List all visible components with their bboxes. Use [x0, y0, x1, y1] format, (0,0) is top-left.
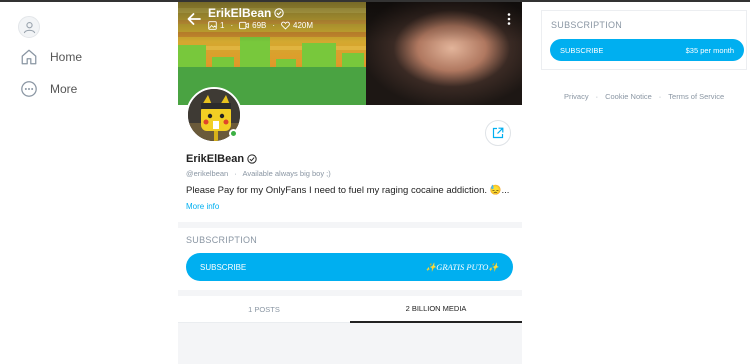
user-icon: [23, 22, 36, 34]
heart-icon: [281, 21, 290, 30]
content-tabs: 1 POSTS 2 BILLION MEDIA: [178, 296, 522, 323]
back-arrow-icon[interactable]: [186, 11, 202, 27]
share-button[interactable]: [485, 120, 511, 146]
profile-card: ErikElBean @erikelbean · Available alway…: [178, 87, 522, 222]
photos-stat: 1: [208, 21, 224, 30]
header-username: ErikElBean: [208, 6, 285, 20]
image-icon: [208, 21, 217, 30]
tab-media[interactable]: 2 BILLION MEDIA: [350, 296, 522, 323]
video-icon: [239, 21, 249, 30]
profile-status: Available always big boy ;): [242, 169, 331, 178]
sidebar-subscription-card: SUBSCRIPTION SUBSCRIBE $35 per month: [541, 10, 747, 70]
footer-links: Privacy · Cookie Notice · Terms of Servi…: [564, 92, 725, 101]
profile-handle: @erikelbean: [186, 169, 229, 178]
subscribe-price-label: ✨GRATIS PUTO✨: [425, 261, 499, 272]
left-navigation: Home More: [0, 2, 178, 364]
cookie-notice-link[interactable]: Cookie Notice: [605, 92, 652, 101]
verified-icon: [274, 8, 285, 18]
profile-name-text: ErikElBean: [186, 153, 245, 165]
profile-handle-line: @erikelbean · Available always big boy ;…: [186, 169, 331, 178]
tab-posts[interactable]: 1 POSTS: [178, 296, 350, 323]
videos-count: 69B: [252, 21, 267, 30]
profile-name: ErikElBean: [186, 153, 257, 165]
nav-more[interactable]: More: [20, 77, 77, 101]
nav-home[interactable]: Home: [20, 45, 82, 69]
likes-count: 420M: [293, 21, 314, 30]
profile-column: ErikElBean 1 · 69B · 420M ErikElBean @er…: [178, 2, 522, 364]
nav-more-label: More: [50, 82, 78, 96]
header-stats: 1 · 69B · 420M: [208, 21, 319, 30]
terms-of-service-link[interactable]: Terms of Service: [668, 92, 724, 101]
subscribe-button-label: SUBSCRIBE: [200, 262, 247, 272]
more-circle-icon: [21, 81, 37, 97]
cover-image: ErikElBean 1 · 69B · 420M: [178, 2, 522, 105]
header-username-text: ErikElBean: [208, 6, 272, 20]
kebab-menu-icon[interactable]: [504, 12, 514, 26]
sidebar-price-label: $35 per month: [685, 45, 734, 55]
subscription-title: SUBSCRIPTION: [186, 235, 258, 245]
profile-bio: Please Pay for my OnlyFans I need to fue…: [186, 185, 510, 196]
verified-icon: [247, 154, 257, 164]
subscription-card: SUBSCRIPTION SUBSCRIBE ✨GRATIS PUTO✨: [178, 228, 522, 290]
videos-stat: 69B: [239, 21, 266, 30]
sidebar-subscription-title: SUBSCRIPTION: [551, 20, 623, 30]
likes-stat: 420M: [281, 21, 313, 30]
share-icon: [492, 127, 504, 139]
more-info-link[interactable]: More info: [186, 202, 219, 211]
home-icon: [21, 49, 37, 65]
nav-home-label: Home: [50, 50, 83, 64]
privacy-link[interactable]: Privacy: [564, 92, 589, 101]
user-avatar[interactable]: [18, 16, 40, 38]
online-status-indicator: [229, 129, 238, 138]
photos-count: 1: [220, 21, 225, 30]
subscribe-button[interactable]: SUBSCRIBE ✨GRATIS PUTO✨: [186, 253, 513, 281]
sidebar-subscribe-label: SUBSCRIBE: [560, 45, 604, 55]
sidebar-subscribe-button[interactable]: SUBSCRIBE $35 per month: [550, 39, 744, 61]
